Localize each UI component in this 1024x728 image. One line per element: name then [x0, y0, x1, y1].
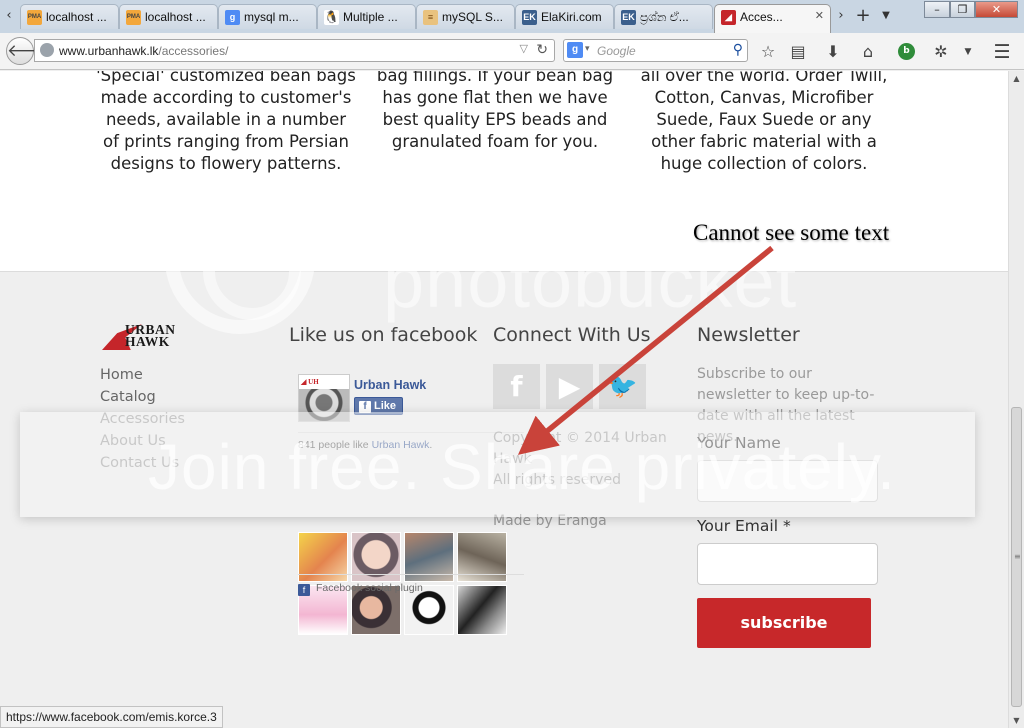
- email-field-label: Your Email *: [697, 517, 791, 535]
- scrollbar-thumb[interactable]: ≡: [1011, 407, 1022, 707]
- feature-text-fillings: bag fillings. If your bean bag has gone …: [376, 71, 614, 151]
- close-window-button[interactable]: ✕: [975, 1, 1018, 18]
- tab-bar: ‹ PMA localhost ... PMA localhost ... g …: [0, 0, 1024, 33]
- urban-hawk-logo[interactable]: URBAN HAWK: [102, 322, 200, 352]
- page-viewport: 'Special' customized bean bags made acco…: [0, 71, 1008, 706]
- subscribe-button[interactable]: subscribe: [697, 598, 871, 648]
- url-domain: www.urbanhawk.lk: [59, 44, 159, 58]
- extension-icon[interactable]: b: [898, 43, 915, 60]
- back-button[interactable]: 🡐: [6, 37, 53, 65]
- tab-label: ප්‍රශ්න ඒ...: [640, 10, 689, 24]
- tab-localhost-2[interactable]: PMA localhost ...: [119, 4, 218, 29]
- tab-label: Acces...: [740, 10, 783, 24]
- menu-icon[interactable]: ☰: [991, 41, 1013, 63]
- hawk-icon: ◢ UH: [299, 375, 349, 389]
- document-icon: ≡: [423, 10, 438, 25]
- tab-elakiri[interactable]: EK ElaKiri.com: [515, 4, 614, 29]
- facebook-icon: f: [298, 584, 310, 596]
- list-all-tabs-button[interactable]: ▼: [877, 4, 895, 28]
- new-tab-button[interactable]: +: [854, 4, 872, 28]
- scroll-down-icon[interactable]: ▼: [1009, 713, 1024, 728]
- downloads-icon[interactable]: ⬇: [822, 41, 844, 63]
- search-icon[interactable]: ⚲: [733, 41, 743, 58]
- facebook-page-name-link[interactable]: Urban Hawk: [354, 378, 426, 392]
- navigation-toolbar: 🡐 www.urbanhawk.lk/accessories/ ▽ ↻ g ▾ …: [0, 33, 1024, 70]
- tab-localhost-1[interactable]: PMA localhost ...: [20, 4, 119, 29]
- url-path: /accessories/: [158, 44, 229, 58]
- tab-multiple[interactable]: 🐧 Multiple ...: [317, 4, 416, 29]
- grip-icon: ≡: [1014, 552, 1021, 561]
- elakiri-icon: EK: [621, 10, 636, 25]
- elakiri-icon: EK: [522, 10, 537, 25]
- tab-mysql-s[interactable]: ≡ mySQL S...: [416, 4, 515, 29]
- maximize-button[interactable]: ❐: [950, 1, 975, 18]
- like-label: Like: [374, 400, 397, 412]
- footer-link-home[interactable]: Home: [100, 367, 143, 383]
- footer-link-catalog[interactable]: Catalog: [100, 389, 156, 405]
- linux-penguin-icon: 🐧: [324, 10, 339, 25]
- vertical-scrollbar[interactable]: ▲ ≡ ▼: [1008, 71, 1024, 728]
- globe-icon: [40, 43, 54, 57]
- bookmarks-menu-icon[interactable]: ▤: [787, 41, 809, 63]
- search-bar[interactable]: g ▾ Google ⚲: [563, 39, 748, 62]
- close-tab-icon[interactable]: ✕: [815, 9, 824, 22]
- feature-text-fabrics: all over the world. Order Twill, Cotton,…: [640, 71, 888, 173]
- email-input[interactable]: [697, 543, 878, 585]
- tab-scroll-left-button[interactable]: ‹: [0, 4, 18, 28]
- tab-mysql-google[interactable]: g mysql m...: [218, 4, 317, 29]
- photobucket-watermark-logo: [165, 184, 315, 334]
- bookmark-star-icon[interactable]: ☆: [757, 41, 779, 63]
- feature-text-bean-bags: 'Special' customized bean bags made acco…: [96, 71, 356, 173]
- facebook-social-plugin-label[interactable]: f Facebook social plugin: [298, 582, 423, 596]
- reload-icon[interactable]: ↻: [536, 41, 548, 58]
- firebug-icon[interactable]: ✲: [930, 41, 952, 63]
- tab-label: localhost ...: [46, 10, 107, 24]
- home-icon[interactable]: ⌂: [857, 41, 879, 63]
- search-placeholder: Google: [597, 44, 636, 58]
- scroll-up-icon[interactable]: ▲: [1009, 71, 1024, 86]
- url-bar[interactable]: www.urbanhawk.lk/accessories/ ▽ ↻: [34, 39, 555, 62]
- tab-label: mysql m...: [244, 10, 299, 24]
- tab-label: mySQL S...: [442, 10, 503, 24]
- fan-avatar[interactable]: [457, 585, 507, 635]
- tab-accessories-active[interactable]: ◢ Acces... ✕: [714, 4, 831, 33]
- phpmyadmin-icon: PMA: [126, 10, 141, 25]
- google-icon[interactable]: g: [567, 42, 583, 58]
- facebook-heading: Like us on facebook: [289, 324, 478, 346]
- url-history-dropdown-icon[interactable]: ▽: [520, 42, 528, 55]
- tab-elakiri-sinhala[interactable]: EK ප්‍රශ්න ඒ...: [614, 4, 713, 29]
- divider: [298, 574, 524, 575]
- minimize-button[interactable]: –: [924, 1, 950, 18]
- tab-label: localhost ...: [145, 10, 206, 24]
- phpmyadmin-icon: PMA: [27, 10, 42, 25]
- tab-scroll-right-button[interactable]: ›: [832, 4, 850, 28]
- chevron-down-icon[interactable]: ▼: [957, 41, 979, 63]
- chevron-down-icon[interactable]: ▾: [585, 43, 590, 54]
- status-bar-url: https://www.facebook.com/emis.korce.3: [0, 706, 223, 728]
- annotation-arrow-icon: [517, 245, 774, 455]
- logo-text: URBAN HAWK: [125, 322, 176, 349]
- tab-label: Multiple ...: [343, 10, 398, 24]
- tab-label: ElaKiri.com: [541, 10, 602, 24]
- urbanhawk-icon: ◢: [721, 10, 736, 25]
- google-icon: g: [225, 10, 240, 25]
